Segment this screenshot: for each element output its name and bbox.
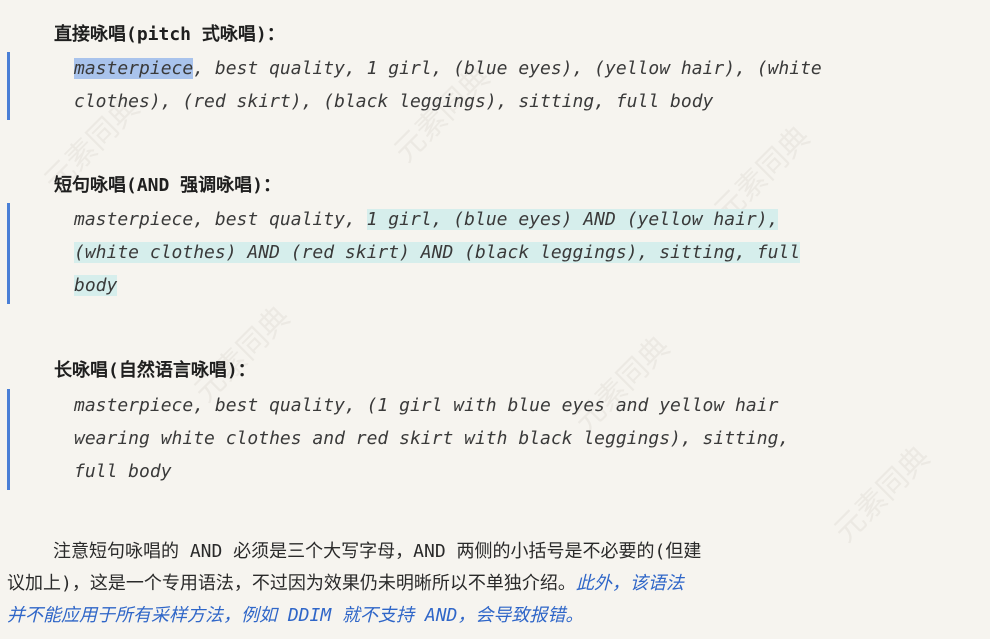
code-line: masterpiece, best quality, (1 girl with … (74, 395, 779, 416)
code-line: wearing white clothes and red skirt with… (74, 428, 790, 449)
note-paragraph: 注意短句咏唱的 AND 必须是三个大写字母，AND 两侧的小括号是不必要的(但建… (7, 536, 907, 632)
code-line: full body (74, 461, 172, 482)
note-line: 注意短句咏唱的 AND 必须是三个大写字母，AND 两侧的小括号是不必要的(但建 (53, 541, 702, 562)
code-text: , best quality, 1 girl, (blue eyes), (ye… (193, 58, 822, 79)
code-block-direct: masterpiece, best quality, 1 girl, (blue… (7, 52, 914, 120)
code-text: masterpiece, best quality, (74, 209, 367, 230)
selected-text: masterpiece (74, 58, 194, 79)
section-heading-direct: 直接咏唱(pitch 式咏唱)： (54, 24, 285, 45)
code-line: masterpiece, best quality, 1 girl, (blue… (74, 203, 914, 236)
code-line: clothes), (red skirt), (black leggings),… (74, 91, 714, 112)
code-line: body (74, 269, 914, 302)
section-heading-and: 短句咏唱(AND 强调咏唱)： (54, 175, 282, 196)
highlighted-text: 1 girl, (blue eyes) AND (yellow hair), (366, 209, 779, 230)
note-text: 议加上)，这是一个专用语法，不过因为效果仍未明晰所以不单独介绍。 (7, 573, 576, 594)
highlighted-text: (white clothes) AND (red skirt) AND (bla… (74, 242, 801, 263)
note-line: 议加上)，这是一个专用语法，不过因为效果仍未明晰所以不单独介绍。此外，该语法 (7, 568, 907, 600)
note-emphasis: 并不能应用于所有采样方法，例如 DDIM 就不支持 AND，会导致报错。 (7, 605, 584, 626)
section-heading-natural: 长咏唱(自然语言咏唱)： (54, 360, 256, 381)
code-line: masterpiece, best quality, 1 girl, (blue… (74, 52, 914, 85)
code-block-natural: masterpiece, best quality, (1 girl with … (7, 389, 914, 490)
code-line: (white clothes) AND (red skirt) AND (bla… (74, 236, 914, 269)
highlighted-text: body (74, 275, 118, 296)
code-block-and: masterpiece, best quality, 1 girl, (blue… (7, 203, 914, 304)
note-emphasis: 此外，该语法 (575, 573, 684, 594)
